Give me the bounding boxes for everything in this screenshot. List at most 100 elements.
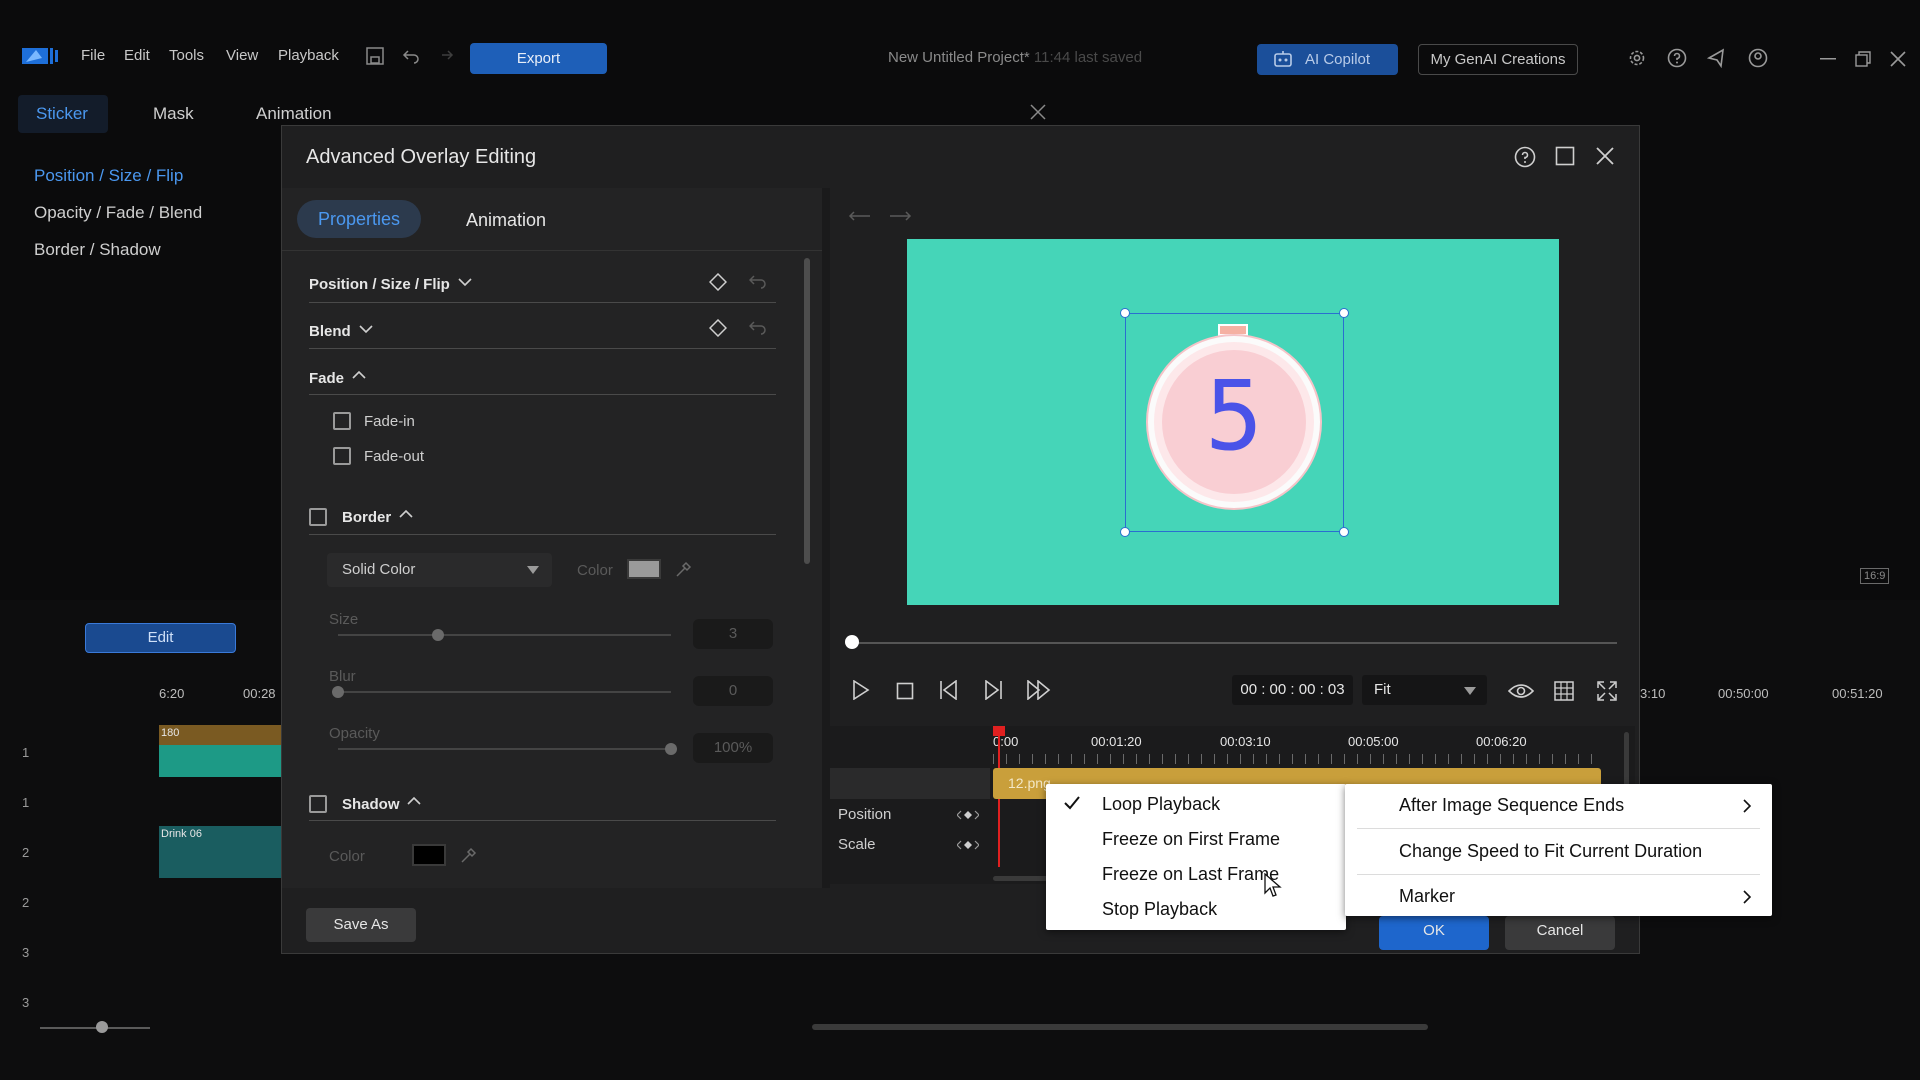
panel-item-border[interactable]: Border / Shadow xyxy=(34,240,161,260)
preview-seekbar[interactable] xyxy=(852,642,1617,644)
stop-icon[interactable] xyxy=(896,682,914,700)
settings-icon[interactable] xyxy=(1627,48,1647,68)
undo-icon[interactable] xyxy=(402,48,420,64)
fast-forward-icon[interactable] xyxy=(1026,680,1052,700)
chevron-down-icon[interactable] xyxy=(458,277,472,287)
menu-file[interactable]: File xyxy=(81,47,105,64)
menu-playback[interactable]: Playback xyxy=(278,47,339,64)
next-frame-icon[interactable] xyxy=(982,680,1004,700)
menu-edit[interactable]: Edit xyxy=(124,47,150,64)
tab-sticker[interactable]: Sticker xyxy=(36,104,88,124)
zoom-select[interactable]: Fit xyxy=(1362,675,1487,705)
border-color-swatch[interactable] xyxy=(627,559,661,579)
tab-properties[interactable]: Properties xyxy=(297,200,421,238)
border-checkbox[interactable] xyxy=(309,508,327,526)
chevron-up-icon[interactable] xyxy=(352,370,366,380)
minimize-icon[interactable] xyxy=(1820,58,1836,60)
redo-icon[interactable] xyxy=(436,48,454,64)
fullscreen-icon[interactable] xyxy=(1597,681,1617,701)
bg-zoom-slider[interactable] xyxy=(40,1027,150,1029)
shadow-checkbox[interactable] xyxy=(309,795,327,813)
keyframe-diamond-icon[interactable] xyxy=(709,319,727,337)
restore-icon[interactable] xyxy=(1855,51,1871,67)
save-as-button[interactable]: Save As xyxy=(306,908,416,942)
help-icon[interactable] xyxy=(1667,48,1687,68)
eyedropper-icon[interactable] xyxy=(460,846,478,864)
preview-undo-icon[interactable] xyxy=(848,210,872,224)
my-genai-creations-button[interactable]: My GenAI Creations xyxy=(1418,44,1578,75)
fade-out-checkbox[interactable] xyxy=(333,447,351,465)
menu-item-stop-playback[interactable]: Stop Playback xyxy=(1102,899,1217,920)
fade-in-checkbox[interactable] xyxy=(333,412,351,430)
playhead-handle[interactable] xyxy=(993,726,1005,736)
maximize-icon[interactable] xyxy=(1555,146,1575,166)
resize-handle[interactable] xyxy=(1120,527,1130,537)
notification-icon[interactable] xyxy=(1707,48,1729,68)
menu-item-change-speed[interactable]: Change Speed to Fit Current Duration xyxy=(1399,841,1702,862)
chevron-down-icon[interactable] xyxy=(359,324,373,334)
selection-box[interactable]: 5 xyxy=(1120,308,1349,537)
timecode-display[interactable]: 00 : 00 : 00 : 03 xyxy=(1232,675,1353,705)
blur-value-field[interactable]: 0 xyxy=(693,676,773,706)
blur-slider-track[interactable] xyxy=(338,691,671,693)
size-slider-track[interactable] xyxy=(338,634,671,636)
ai-copilot-button[interactable]: AI Copilot xyxy=(1257,44,1398,75)
tab-animation-bg[interactable]: Animation xyxy=(256,104,332,124)
panel-item-opacity[interactable]: Opacity / Fade / Blend xyxy=(34,203,202,223)
help-icon[interactable] xyxy=(1514,146,1536,168)
inner-timeline-vscroll[interactable] xyxy=(1624,732,1629,792)
resize-handle[interactable] xyxy=(1339,527,1349,537)
ok-button[interactable]: OK xyxy=(1379,916,1489,950)
account-icon[interactable] xyxy=(1748,48,1768,68)
chevron-up-icon[interactable] xyxy=(407,796,421,806)
section-position[interactable]: Position / Size / Flip xyxy=(309,276,450,293)
section-blend[interactable]: Blend xyxy=(309,323,351,340)
tab-mask[interactable]: Mask xyxy=(153,104,194,124)
section-fade[interactable]: Fade xyxy=(309,370,344,387)
opacity-slider-thumb[interactable] xyxy=(665,743,677,755)
bg-h-scrollbar[interactable] xyxy=(812,1024,1428,1030)
menu-tools[interactable]: Tools xyxy=(169,47,204,64)
reset-icon[interactable] xyxy=(749,275,767,289)
seekbar-thumb[interactable] xyxy=(845,635,859,649)
resize-handle[interactable] xyxy=(1339,308,1349,318)
play-icon[interactable] xyxy=(852,680,870,700)
bg-clip-2[interactable]: Drink 06 xyxy=(159,826,281,878)
resize-handle[interactable] xyxy=(1120,308,1130,318)
section-shadow[interactable]: Shadow xyxy=(342,796,400,813)
panel-item-position[interactable]: Position / Size / Flip xyxy=(34,166,183,186)
menu-item-marker[interactable]: Marker xyxy=(1399,886,1455,907)
eye-icon[interactable] xyxy=(1508,682,1534,700)
keyframe-nav-icon[interactable] xyxy=(957,810,979,820)
inner-timeline-scrollbar[interactable] xyxy=(993,876,1053,881)
size-value-field[interactable]: 3 xyxy=(693,619,773,649)
menu-item-after-sequence[interactable]: After Image Sequence Ends xyxy=(1399,795,1624,816)
close-app-icon[interactable] xyxy=(1890,51,1906,67)
menu-item-freeze-last[interactable]: Freeze on Last Frame xyxy=(1102,864,1279,885)
properties-scrollbar[interactable] xyxy=(804,258,810,564)
chevron-up-icon[interactable] xyxy=(399,509,413,519)
opacity-slider-track[interactable] xyxy=(338,748,671,750)
eyedropper-icon[interactable] xyxy=(675,560,693,578)
border-type-select[interactable]: Solid Color xyxy=(327,553,552,587)
app-logo-icon[interactable] xyxy=(22,46,58,66)
cancel-button[interactable]: Cancel xyxy=(1505,916,1615,950)
save-icon[interactable] xyxy=(366,47,384,65)
size-slider-thumb[interactable] xyxy=(431,629,444,641)
grid-icon[interactable] xyxy=(1554,681,1574,701)
close-icon[interactable] xyxy=(1595,146,1615,166)
shadow-color-swatch[interactable] xyxy=(412,844,446,866)
previous-frame-icon[interactable] xyxy=(938,680,960,700)
keyframe-nav-icon[interactable] xyxy=(957,840,979,850)
bg-edit-button[interactable]: Edit xyxy=(85,623,236,653)
blur-slider-thumb[interactable] xyxy=(332,686,344,698)
menu-item-freeze-first[interactable]: Freeze on First Frame xyxy=(1102,829,1280,850)
preview-redo-icon[interactable] xyxy=(888,210,912,224)
tab-animation[interactable]: Animation xyxy=(466,210,546,231)
bg-zoom-thumb[interactable] xyxy=(96,1021,108,1033)
reset-icon[interactable] xyxy=(749,321,767,335)
export-button[interactable]: Export xyxy=(470,43,607,74)
bg-clip-1[interactable]: 180 xyxy=(159,725,281,777)
menu-item-loop-playback[interactable]: Loop Playback xyxy=(1102,794,1220,815)
aspect-badge[interactable]: 16:9 xyxy=(1860,568,1890,584)
